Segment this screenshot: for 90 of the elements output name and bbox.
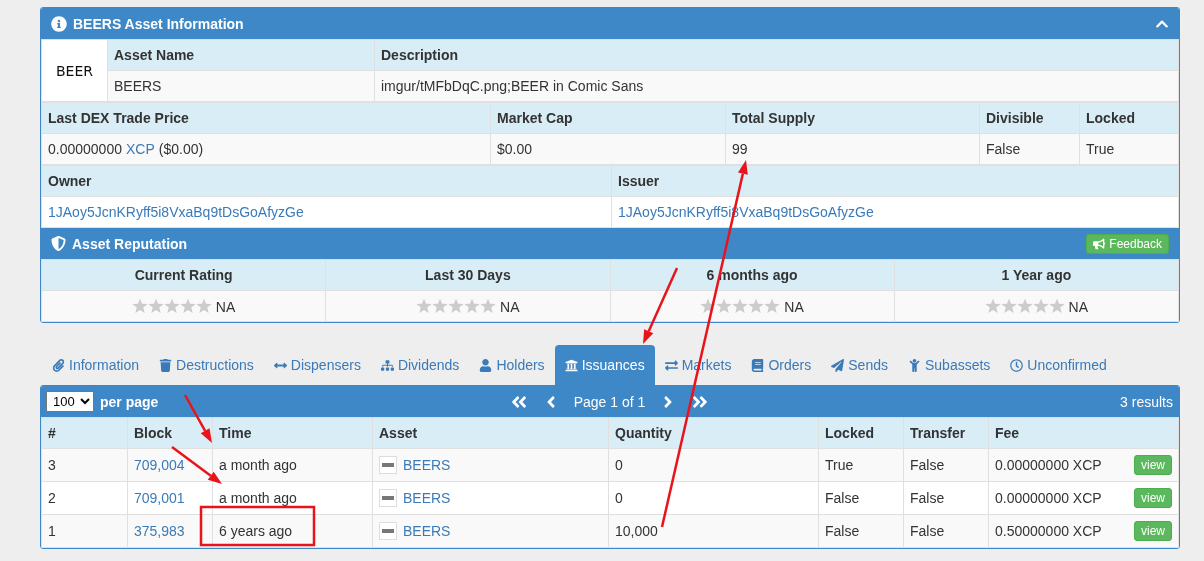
view-button[interactable]: view [1134,521,1172,541]
asset-link[interactable]: BEERS [403,523,451,539]
table-cell: 2 [41,481,128,515]
paperclip-icon [52,358,65,372]
per-page-label: per page [100,393,159,410]
table-cell: False [818,481,904,515]
table-header: Current Rating [41,259,326,291]
table-header: Owner [41,165,612,197]
column-header: Asset [372,417,609,449]
table-cell: 10,000 [608,514,819,548]
tab[interactable]: Holders [469,345,555,385]
table-cell: 0 [608,481,819,515]
column-header: Time [212,417,373,449]
table-cell: $0.00 [490,133,726,165]
table-header: Total Supply [725,102,980,134]
table-header: Issuer [611,165,1179,197]
info-icon [51,15,67,32]
tab[interactable]: Unconfirmed [1000,345,1117,385]
table-header: Asset Name [107,39,375,71]
asset-link[interactable]: BEERS [403,457,451,473]
table-header: Description [374,39,1179,71]
table-cell: 1 [41,514,128,548]
column-header: Locked [818,417,904,449]
trash-icon [159,358,173,372]
price-usd: ($0.00) [158,141,204,157]
price-amount: 0.00000000 [48,141,122,157]
tab[interactable]: Destructions [149,345,264,385]
table-cell: False [818,514,904,548]
table-header: 1 Year ago [894,259,1179,291]
paper-plane-icon [831,358,845,372]
column-header: Quantity [608,417,819,449]
panel-title: BEERS Asset Information [73,15,245,32]
column-header: Block [127,417,213,449]
tab[interactable]: Orders [741,345,822,385]
tab[interactable]: Information [42,345,150,385]
book-icon [751,358,765,372]
view-button[interactable]: view [1134,455,1172,475]
table-cell: False [903,448,989,482]
clock-icon [1010,358,1024,372]
user-icon [479,358,493,372]
table-cell: BEERS [107,70,375,102]
fee-value: 0.50000000 XCP [995,523,1102,539]
feedback-button[interactable]: Feedback [1086,233,1169,254]
rating-value: NA [500,298,520,315]
asset-logo-icon [379,489,397,507]
table-cell: True [1079,133,1179,165]
sitemap-icon [380,358,394,372]
table-cell: a month ago [212,448,373,482]
table-header: Divisible [979,102,1080,134]
rating-value: NA [1068,298,1089,315]
table-cell: 3 [41,448,128,482]
tab[interactable]: Dispensers [263,345,371,385]
view-button[interactable]: view [1134,488,1172,508]
page-label: Page 1 of 1 [573,393,646,410]
tab[interactable]: Issuances [554,345,655,385]
column-header: Transfer [903,417,989,449]
table-header: Market Cap [490,102,726,134]
megaphone-icon [1093,237,1106,250]
table-cell: False [903,481,989,515]
tab[interactable]: Subassets [897,345,1001,385]
shield-icon [51,236,66,251]
table-cell: 99 [725,133,980,165]
table-header: Last 30 Days [325,259,610,291]
rating-value: NA [784,298,804,315]
table-header: Last DEX Trade Price [41,102,491,134]
tab[interactable]: Dividends [370,345,470,385]
table-cell: 0 [608,448,819,482]
bank-icon [564,358,578,372]
asset-logo-icon [379,456,397,474]
asset-link[interactable]: BEERS [403,490,451,506]
table-cell: True [818,448,904,482]
asset-logo: BEER [41,39,108,102]
fee-value: 0.00000000 XCP [995,457,1102,473]
table-cell: False [979,133,1080,165]
annotation-arrow [183,394,212,443]
column-header: # [41,417,128,449]
table-header: Locked [1079,102,1179,134]
tab[interactable]: Sends [821,345,898,385]
rating-value: NA [215,298,236,315]
exchange-icon [664,358,678,372]
currency-link[interactable]: XCP [125,141,155,157]
table-cell: False [903,514,989,548]
section-title: Asset Reputation [72,235,189,252]
results-count: 3 results [1120,393,1173,410]
table-cell: imgur/tMFbDqC.png;BEER in Comic Sans [374,70,1179,102]
person-icon [907,358,921,372]
asset-logo-icon [379,522,397,540]
fee-value: 0.00000000 XCP [995,490,1102,506]
column-header: Fee [988,417,1179,449]
per-page-select[interactable]: 100 [46,391,94,412]
